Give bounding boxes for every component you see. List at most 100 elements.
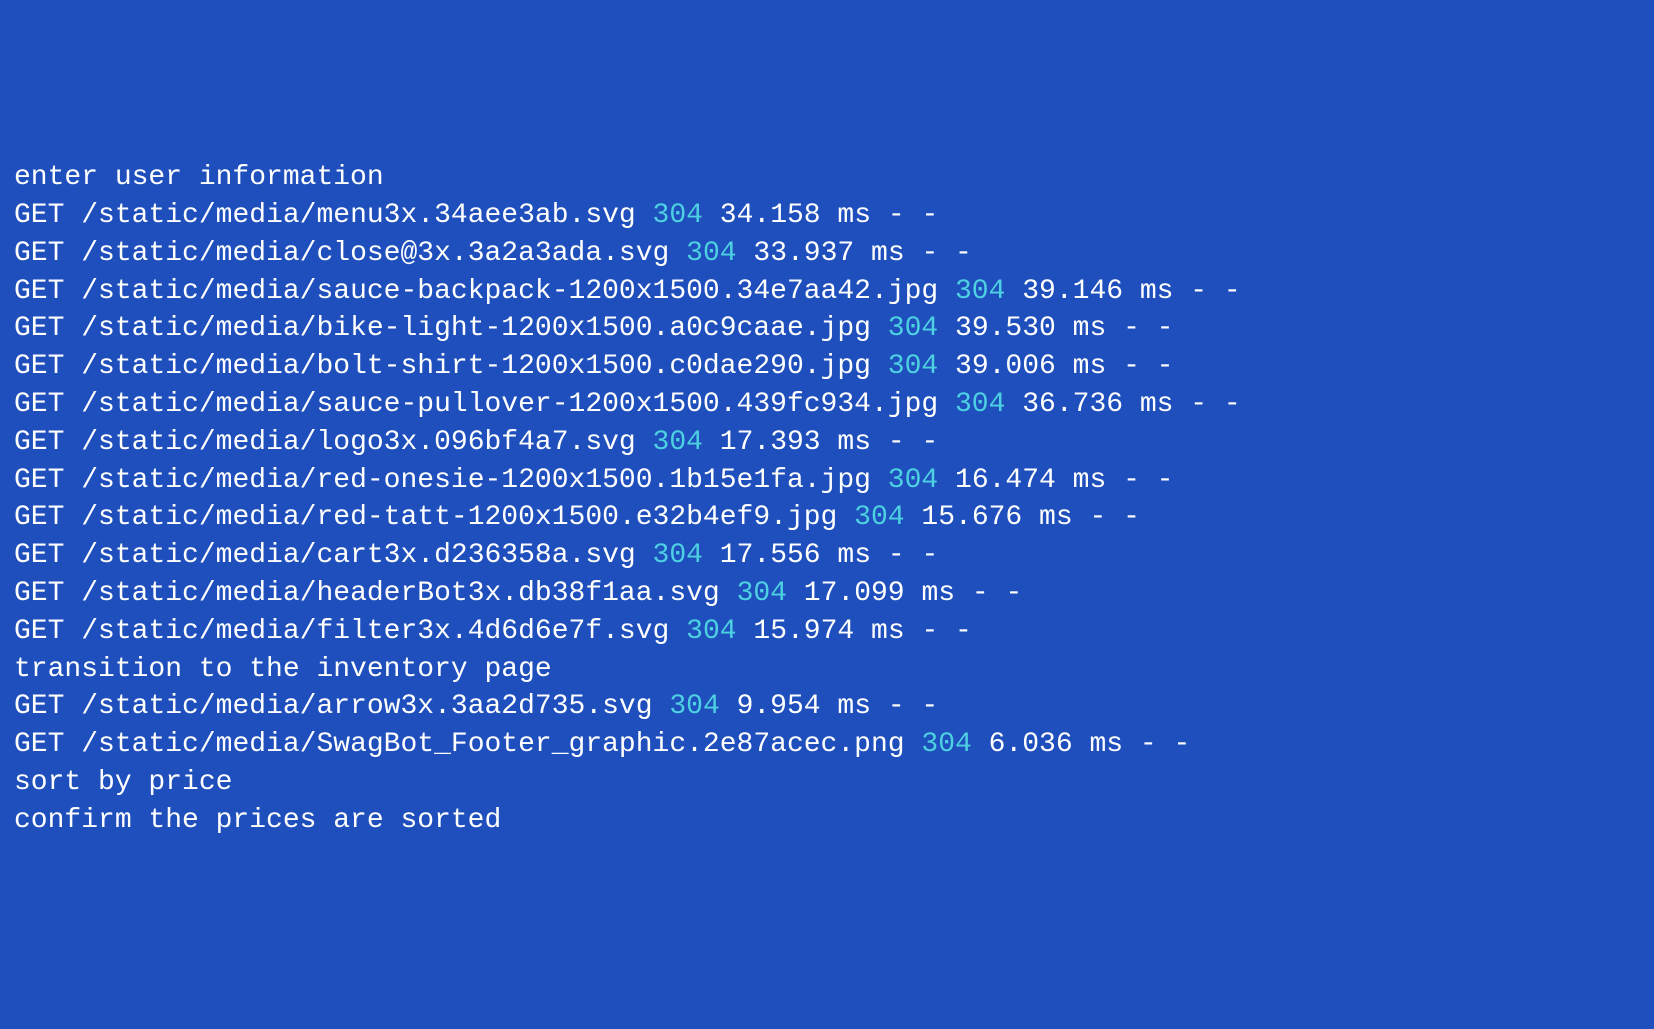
log-line: GET /static/media/sauce-pullover-1200x15… — [14, 386, 1640, 424]
request-path: /static/media/red-onesie-1200x1500.1b15e… — [81, 465, 871, 496]
http-status: 304 — [653, 427, 703, 458]
http-status: 304 — [854, 502, 904, 533]
response-time: 36.736 — [1022, 389, 1123, 420]
request-path: /static/media/cart3x.d236358a.svg — [81, 540, 636, 571]
response-time: 15.676 — [921, 502, 1022, 533]
response-time: 17.099 — [804, 578, 905, 609]
log-line: GET /static/media/headerBot3x.db38f1aa.s… — [14, 575, 1640, 613]
http-method: GET — [14, 616, 64, 647]
response-time: 39.006 — [955, 351, 1056, 382]
log-message: confirm the prices are sorted — [14, 805, 501, 836]
time-unit: ms — [871, 238, 905, 269]
http-method: GET — [14, 427, 64, 458]
http-status: 304 — [686, 616, 736, 647]
request-path: /static/media/bike-light-1200x1500.a0c9c… — [81, 313, 871, 344]
http-status: 304 — [669, 691, 719, 722]
log-line: GET /static/media/logo3x.096bf4a7.svg 30… — [14, 424, 1640, 462]
request-path: /static/media/menu3x.34aee3ab.svg — [81, 200, 636, 231]
log-suffix: - - — [888, 200, 938, 231]
http-method: GET — [14, 729, 64, 760]
log-line: enter user information — [14, 159, 1640, 197]
time-unit: ms — [837, 427, 871, 458]
time-unit: ms — [1140, 276, 1174, 307]
http-method: GET — [14, 502, 64, 533]
request-path: /static/media/logo3x.096bf4a7.svg — [81, 427, 636, 458]
http-status: 304 — [888, 351, 938, 382]
http-method: GET — [14, 238, 64, 269]
request-path: /static/media/sauce-backpack-1200x1500.3… — [81, 276, 938, 307]
request-path: /static/media/headerBot3x.db38f1aa.svg — [81, 578, 720, 609]
request-path: /static/media/filter3x.4d6d6e7f.svg — [81, 616, 669, 647]
http-status: 304 — [888, 465, 938, 496]
log-line: GET /static/media/menu3x.34aee3ab.svg 30… — [14, 197, 1640, 235]
request-path: /static/media/arrow3x.3aa2d735.svg — [81, 691, 652, 722]
log-suffix: - - — [1123, 465, 1173, 496]
log-line: confirm the prices are sorted — [14, 802, 1640, 840]
log-suffix: - - — [888, 427, 938, 458]
log-line: GET /static/media/sauce-backpack-1200x15… — [14, 273, 1640, 311]
log-suffix: - - — [1140, 729, 1190, 760]
response-time: 39.146 — [1022, 276, 1123, 307]
http-status: 304 — [653, 200, 703, 231]
http-method: GET — [14, 465, 64, 496]
http-status: 304 — [653, 540, 703, 571]
http-status: 304 — [955, 389, 1005, 420]
log-suffix: - - — [972, 578, 1022, 609]
http-status: 304 — [888, 313, 938, 344]
http-method: GET — [14, 276, 64, 307]
terminal-output: enter user information GET /static/media/… — [14, 159, 1640, 839]
http-method: GET — [14, 313, 64, 344]
log-suffix: - - — [888, 540, 938, 571]
time-unit: ms — [837, 540, 871, 571]
log-suffix: - - — [1190, 276, 1240, 307]
time-unit: ms — [1073, 351, 1107, 382]
log-suffix: - - — [921, 238, 971, 269]
time-unit: ms — [921, 578, 955, 609]
log-line: GET /static/media/arrow3x.3aa2d735.svg 3… — [14, 688, 1640, 726]
log-message: enter user information — [14, 162, 384, 193]
log-message: sort by price — [14, 767, 232, 798]
http-method: GET — [14, 540, 64, 571]
response-time: 34.158 — [720, 200, 821, 231]
request-path: /static/media/SwagBot_Footer_graphic.2e8… — [81, 729, 904, 760]
http-method: GET — [14, 389, 64, 420]
time-unit: ms — [1073, 313, 1107, 344]
http-status: 304 — [686, 238, 736, 269]
response-time: 16.474 — [955, 465, 1056, 496]
request-path: /static/media/close@3x.3a2a3ada.svg — [81, 238, 669, 269]
log-line: sort by price — [14, 764, 1640, 802]
response-time: 39.530 — [955, 313, 1056, 344]
log-line: GET /static/media/filter3x.4d6d6e7f.svg … — [14, 613, 1640, 651]
log-line: GET /static/media/red-onesie-1200x1500.1… — [14, 462, 1640, 500]
log-line: GET /static/media/red-tatt-1200x1500.e32… — [14, 499, 1640, 537]
request-path: /static/media/red-tatt-1200x1500.e32b4ef… — [81, 502, 837, 533]
request-path: /static/media/sauce-pullover-1200x1500.4… — [81, 389, 938, 420]
http-method: GET — [14, 578, 64, 609]
time-unit: ms — [871, 616, 905, 647]
log-suffix: - - — [1089, 502, 1139, 533]
http-method: GET — [14, 691, 64, 722]
log-suffix: - - — [921, 616, 971, 647]
log-message: transition to the inventory page — [14, 654, 552, 685]
time-unit: ms — [837, 200, 871, 231]
log-line: GET /static/media/close@3x.3a2a3ada.svg … — [14, 235, 1640, 273]
http-status: 304 — [955, 276, 1005, 307]
http-status: 304 — [921, 729, 971, 760]
log-line: GET /static/media/cart3x.d236358a.svg 30… — [14, 537, 1640, 575]
time-unit: ms — [1089, 729, 1123, 760]
log-line: GET /static/media/bike-light-1200x1500.a… — [14, 310, 1640, 348]
log-line: transition to the inventory page — [14, 651, 1640, 689]
http-method: GET — [14, 351, 64, 382]
response-time: 15.974 — [753, 616, 854, 647]
request-path: /static/media/bolt-shirt-1200x1500.c0dae… — [81, 351, 871, 382]
response-time: 17.393 — [720, 427, 821, 458]
http-method: GET — [14, 200, 64, 231]
log-suffix: - - — [1123, 313, 1173, 344]
http-status: 304 — [737, 578, 787, 609]
response-time: 9.954 — [737, 691, 821, 722]
log-line: GET /static/media/SwagBot_Footer_graphic… — [14, 726, 1640, 764]
log-suffix: - - — [888, 691, 938, 722]
time-unit: ms — [1039, 502, 1073, 533]
log-suffix: - - — [1123, 351, 1173, 382]
time-unit: ms — [1073, 465, 1107, 496]
